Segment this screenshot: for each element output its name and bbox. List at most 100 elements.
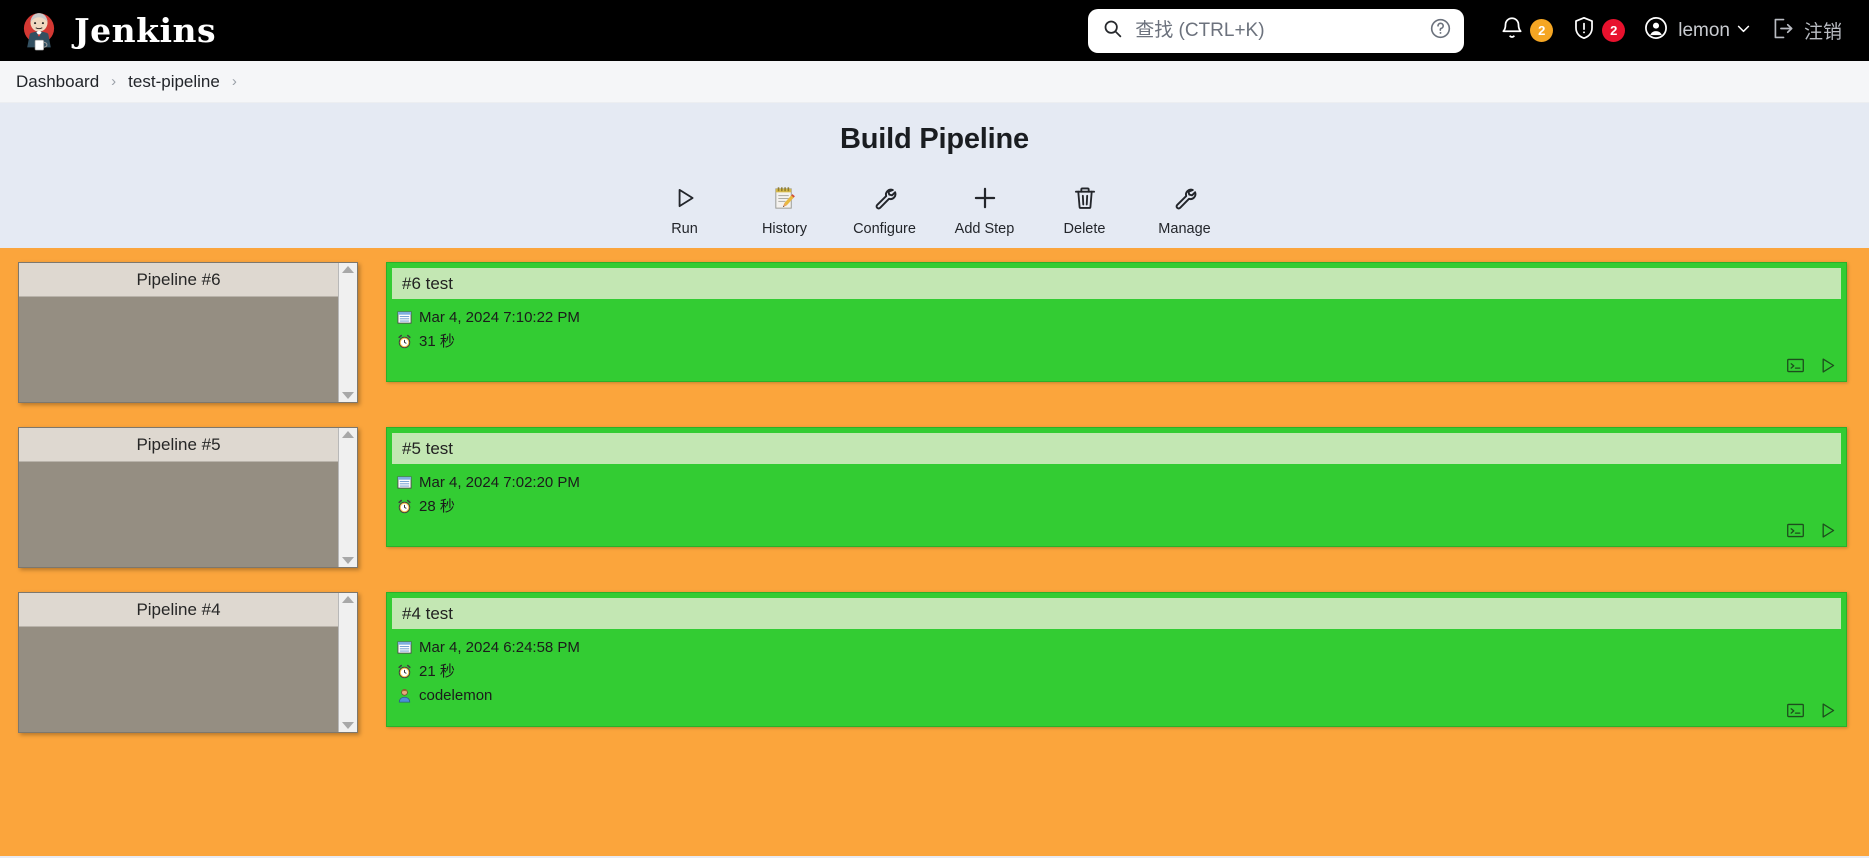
build-user-line: codelemon	[397, 685, 1846, 706]
build-duration-line: 21 秒	[397, 661, 1846, 682]
build-actions	[1786, 521, 1837, 540]
breadcrumb-item-test-pipeline[interactable]: test-pipeline	[128, 72, 220, 92]
stage-main: Pipeline #4	[19, 593, 338, 732]
security-count-badge: 2	[1602, 19, 1626, 42]
build-box[interactable]: #4 test Mar 4, 2024 6:24:58 PM 21 秒 code…	[386, 592, 1847, 727]
security-button[interactable]: 2	[1562, 9, 1634, 53]
person-icon	[397, 688, 412, 703]
stage-main: Pipeline #5	[19, 428, 338, 567]
scroll-down-arrow-icon[interactable]	[342, 722, 354, 729]
build-timestamp-line: Mar 4, 2024 7:10:22 PM	[397, 307, 1846, 328]
build-duration-line: 28 秒	[397, 496, 1846, 517]
delete-label: Delete	[1063, 221, 1106, 237]
build-timestamp-line: Mar 4, 2024 7:02:20 PM	[397, 472, 1846, 493]
delete-button[interactable]: Delete	[1035, 182, 1135, 238]
stage-card[interactable]: Pipeline #5	[18, 427, 358, 568]
stage-scrollbar[interactable]	[338, 263, 357, 402]
app-header: Jenkins 查找 (CTRL+K) 2 2 lemon 注销	[0, 0, 1869, 61]
search-box[interactable]	[1088, 8, 1465, 53]
scroll-up-arrow-icon[interactable]	[342, 266, 354, 273]
stage-card[interactable]: Pipeline #6	[18, 262, 358, 403]
play-triangle-icon[interactable]	[1818, 356, 1837, 375]
chevron-down-icon	[1735, 20, 1752, 42]
build-timestamp: Mar 4, 2024 7:10:22 PM	[419, 309, 580, 326]
jenkins-butler-logo	[18, 10, 60, 52]
stage-body	[19, 627, 338, 732]
build-user: codelemon	[419, 687, 493, 704]
history-label: History	[761, 221, 808, 237]
brand-name: Jenkins	[74, 11, 217, 50]
stage-card[interactable]: Pipeline #4	[18, 592, 358, 733]
stage-scrollbar[interactable]	[338, 593, 357, 732]
jenkins-home-link[interactable]: Jenkins	[18, 10, 216, 52]
console-output-icon[interactable]	[1786, 356, 1805, 375]
add-step-button[interactable]: Add Step	[935, 182, 1035, 238]
stage-main: Pipeline #6	[19, 263, 338, 402]
build-meta: Mar 4, 2024 7:02:20 PM 28 秒	[387, 464, 1846, 546]
run-label: Run	[671, 221, 698, 237]
play-triangle-icon[interactable]	[1818, 521, 1837, 540]
build-actions	[1786, 701, 1837, 720]
bell-icon	[1499, 15, 1525, 46]
breadcrumb-separator-icon-2[interactable]: ›	[232, 73, 237, 90]
build-title: #4 test	[392, 598, 1841, 629]
build-timestamp-line: Mar 4, 2024 6:24:58 PM	[397, 637, 1846, 658]
search-icon	[1102, 18, 1123, 44]
build-timestamp: Mar 4, 2024 7:02:20 PM	[419, 474, 580, 491]
scroll-down-arrow-icon[interactable]	[342, 392, 354, 399]
notifications-button[interactable]: 2	[1490, 9, 1562, 53]
notification-count-badge: 2	[1530, 19, 1554, 42]
alarm-clock-icon	[397, 499, 412, 514]
page-title: Build Pipeline	[840, 123, 1029, 155]
build-duration: 28 秒	[419, 498, 455, 515]
trash-icon	[1072, 183, 1098, 213]
console-output-icon[interactable]	[1786, 521, 1805, 540]
calendar-icon	[397, 475, 412, 490]
help-circle-icon[interactable]	[1429, 17, 1452, 45]
build-title: #5 test	[392, 433, 1841, 464]
scroll-up-arrow-icon[interactable]	[342, 596, 354, 603]
pipeline-row: Pipeline #6 #6 test Mar 4, 2024 7:10:22 …	[0, 262, 1869, 403]
plus-icon	[971, 183, 999, 213]
history-button[interactable]: History	[735, 182, 835, 238]
build-duration: 31 秒	[419, 333, 455, 350]
logout-label: 注销	[1803, 22, 1842, 43]
stage-title: Pipeline #5	[19, 428, 338, 462]
logout-icon	[1770, 16, 1795, 46]
search-input[interactable]	[1133, 18, 1420, 43]
add-step-label: Add Step	[954, 221, 1015, 237]
stage-scrollbar[interactable]	[338, 428, 357, 567]
pipeline-toolbar: Run History Configure Add Step Delete Ma…	[0, 182, 1869, 238]
configure-label: Configure	[853, 221, 916, 237]
stage-body	[19, 462, 338, 567]
user-name-label: lemon	[1678, 19, 1730, 41]
breadcrumb-item-dashboard[interactable]: Dashboard	[16, 72, 99, 92]
build-box[interactable]: #5 test Mar 4, 2024 7:02:20 PM 28 秒	[386, 427, 1847, 547]
build-duration: 21 秒	[419, 663, 455, 680]
configure-button[interactable]: Configure	[835, 182, 935, 238]
stage-title: Pipeline #6	[19, 263, 338, 297]
scroll-down-arrow-icon[interactable]	[342, 557, 354, 564]
run-button[interactable]: Run	[635, 182, 735, 238]
manage-button[interactable]: Manage	[1135, 182, 1235, 238]
calendar-icon	[397, 310, 412, 325]
notepad-pencil-icon	[771, 183, 798, 213]
alarm-clock-icon	[397, 334, 412, 349]
logout-button[interactable]: 注销	[1761, 9, 1851, 53]
pipeline-area: Pipeline #6 #6 test Mar 4, 2024 7:10:22 …	[0, 248, 1869, 856]
title-area: Build Pipeline Run History Configure Add…	[0, 103, 1869, 248]
build-box[interactable]: #6 test Mar 4, 2024 7:10:22 PM 31 秒	[386, 262, 1847, 382]
breadcrumb: Dashboard › test-pipeline ›	[0, 61, 1869, 103]
shield-alert-icon	[1571, 15, 1597, 46]
scroll-up-arrow-icon[interactable]	[342, 431, 354, 438]
stage-title: Pipeline #4	[19, 593, 338, 627]
build-timestamp: Mar 4, 2024 6:24:58 PM	[419, 639, 580, 656]
manage-label: Manage	[1158, 221, 1211, 237]
wrench-icon	[1172, 183, 1198, 213]
user-menu-button[interactable]: lemon	[1634, 9, 1761, 53]
play-triangle-icon[interactable]	[1818, 701, 1837, 720]
console-output-icon[interactable]	[1786, 701, 1805, 720]
build-meta: Mar 4, 2024 7:10:22 PM 31 秒	[387, 299, 1846, 381]
build-meta: Mar 4, 2024 6:24:58 PM 21 秒 codelemon	[387, 629, 1846, 726]
wrench-icon	[872, 183, 898, 213]
